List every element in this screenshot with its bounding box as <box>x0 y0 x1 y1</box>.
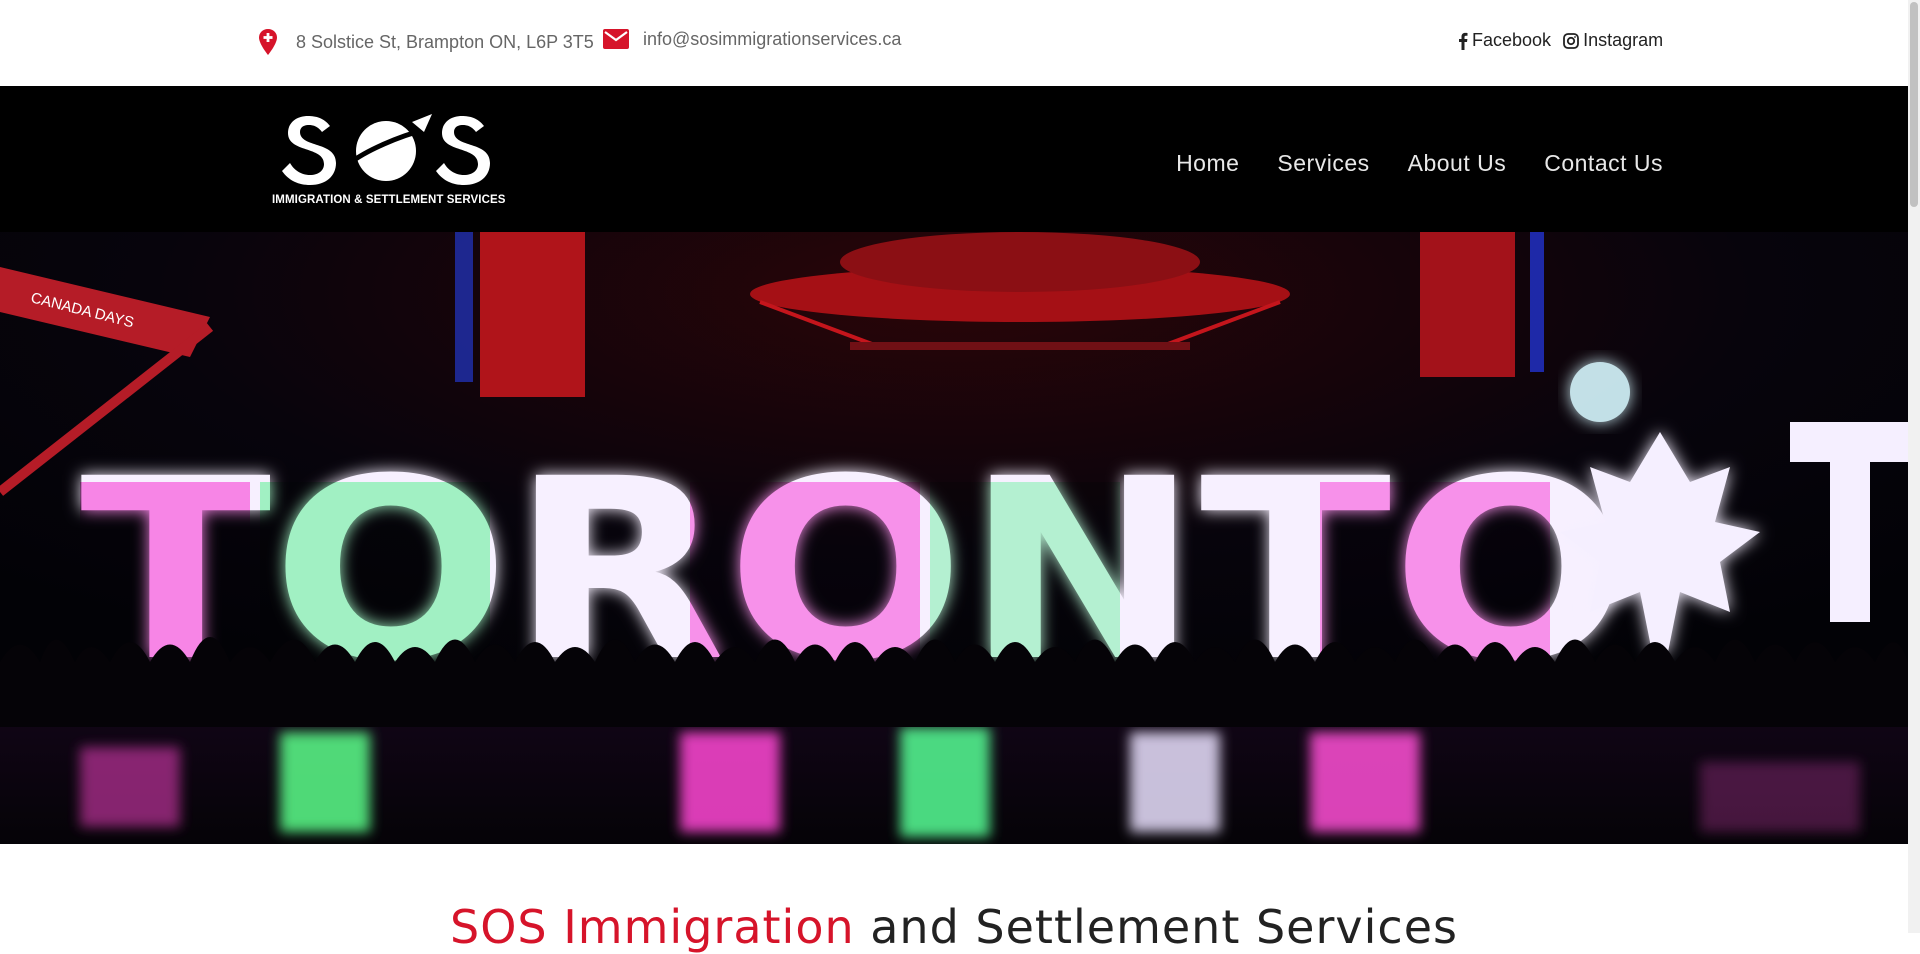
nav-contact-us[interactable]: Contact Us <box>1544 150 1663 177</box>
nav-home[interactable]: Home <box>1176 150 1239 177</box>
main-nav: Home Services About Us Contact Us <box>1138 150 1663 177</box>
email-block[interactable]: info@sosimmigrationservices.ca <box>603 28 901 50</box>
logo-mark <box>282 114 490 185</box>
address-block: 8 Solstice St, Brampton ON, L6P 3T5 <box>258 28 594 56</box>
facebook-icon <box>1459 32 1468 50</box>
envelope-icon <box>603 29 629 49</box>
hero-banner: CANADA DAYS TORONTO <box>0 232 1908 844</box>
scrollbar-thumb[interactable] <box>1910 2 1918 207</box>
headline-rest: and Settlement Services <box>854 900 1458 954</box>
logo-tagline: IMMIGRATION & SETTLEMENT SERVICES <box>272 194 506 206</box>
address-text: 8 Solstice St, Brampton ON, L6P 3T5 <box>296 31 594 52</box>
headline-highlight: SOS Immigration <box>450 900 855 954</box>
hero-image: CANADA DAYS TORONTO <box>0 232 1908 844</box>
top-info-bar: 8 Solstice St, Brampton ON, L6P 3T5 info… <box>0 0 1908 86</box>
page-headline: SOS Immigration and Settlement Services <box>0 900 1908 954</box>
email-link[interactable]: info@sosimmigrationservices.ca <box>643 29 901 50</box>
map-pin-icon <box>259 29 277 55</box>
facebook-label[interactable]: Facebook <box>1472 30 1551 51</box>
instagram-link[interactable]: Instagram <box>1563 30 1663 51</box>
nav-about-us[interactable]: About Us <box>1408 150 1507 177</box>
instagram-label[interactable]: Instagram <box>1583 30 1663 51</box>
site-logo[interactable]: IMMIGRATION & SETTLEMENT SERVICES <box>272 108 505 218</box>
social-links: Facebook Instagram <box>1458 30 1675 51</box>
nav-services[interactable]: Services <box>1277 150 1369 177</box>
instagram-icon <box>1563 32 1579 49</box>
facebook-link[interactable]: Facebook <box>1458 30 1551 51</box>
page-scrollbar[interactable] <box>1908 0 1920 933</box>
site-header: IMMIGRATION & SETTLEMENT SERVICES Home S… <box>0 86 1908 232</box>
